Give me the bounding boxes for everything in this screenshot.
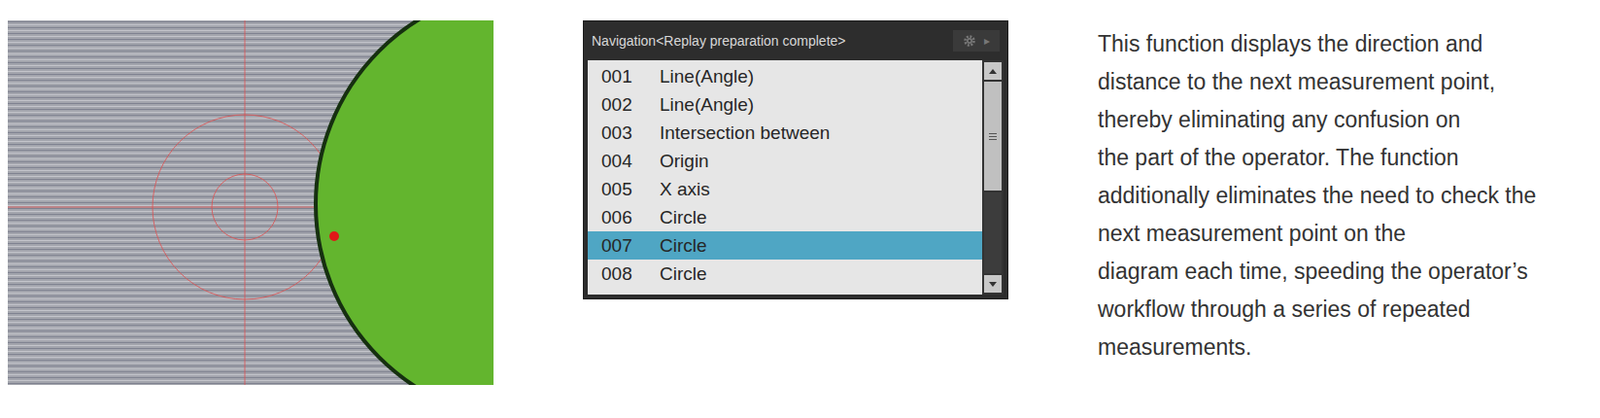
- down-arrow-icon: [988, 281, 997, 287]
- scroll-track[interactable]: [984, 192, 1002, 273]
- item-label: Line(Angle): [657, 66, 754, 88]
- item-label: Circle: [657, 263, 708, 285]
- item-number: 003: [587, 122, 658, 144]
- description-line: workflow through a series of repeated: [1097, 290, 1536, 329]
- item-number: 001: [587, 66, 658, 88]
- item-number: 004: [587, 150, 658, 172]
- navigation-item[interactable]: 006 Circle: [587, 203, 983, 232]
- settings-button[interactable]: ▸: [953, 30, 1000, 52]
- description-line: measurements.: [1097, 328, 1536, 367]
- measure-point-icon: [329, 231, 340, 241]
- scroll-up-button[interactable]: [984, 62, 1002, 80]
- navigation-item[interactable]: 001 Line(Angle): [587, 62, 983, 91]
- item-number: 002: [587, 94, 658, 116]
- navigation-item[interactable]: 005 X axis: [587, 174, 983, 204]
- item-number: 008: [587, 263, 658, 285]
- navigation-panel: Navigation<Replay preparation complete> …: [582, 20, 1009, 300]
- item-label: X axis: [657, 178, 711, 201]
- description: This function displays the direction and…: [1097, 20, 1536, 367]
- description-line: distance to the next measurement point,: [1097, 63, 1536, 102]
- up-arrow-icon: [988, 68, 997, 74]
- panel-header: Navigation<Replay preparation complete> …: [587, 21, 1004, 61]
- item-number: 006: [587, 206, 658, 229]
- item-label: Intersection between: [657, 122, 830, 144]
- item-number: 005: [587, 178, 658, 201]
- measurement-image: [7, 20, 494, 385]
- description-line: diagram each time, speeding the operator…: [1097, 252, 1536, 291]
- description-line: the part of the operator. The function: [1097, 138, 1536, 177]
- page: Navigation<Replay preparation complete> …: [0, 0, 1600, 418]
- navigation-item[interactable]: 008 Circle: [587, 259, 983, 288]
- panel-title: Navigation<Replay preparation complete>: [591, 33, 847, 49]
- grip-icon: [988, 133, 997, 140]
- navigation-item[interactable]: 002 Line(Angle): [587, 90, 983, 119]
- item-label: Circle: [657, 235, 708, 257]
- navigation-item[interactable]: 004 Origin: [587, 146, 983, 175]
- panel-body: 001 Line(Angle)002 Line(Angle)003 Inters…: [587, 60, 1004, 295]
- navigation-item[interactable]: 007 Circle: [587, 231, 983, 260]
- description-line: thereby eliminating any confusion on: [1097, 101, 1536, 139]
- arrow-icon: ▸: [984, 34, 990, 48]
- item-label: Circle: [657, 206, 708, 229]
- navigation-item[interactable]: 003 Intersection between: [587, 118, 983, 147]
- item-label: Line(Angle): [657, 94, 754, 116]
- item-label: Origin: [657, 150, 710, 172]
- description-line: This function displays the direction and: [1097, 25, 1536, 64]
- scroll-down-button[interactable]: [984, 274, 1002, 293]
- gear-icon: [962, 34, 977, 48]
- scrollbar[interactable]: [982, 60, 1004, 295]
- scroll-thumb[interactable]: [984, 81, 1002, 191]
- item-number: 007: [587, 235, 658, 257]
- navigation-list: 001 Line(Angle)002 Line(Angle)003 Inters…: [587, 60, 983, 295]
- description-line: additionally eliminates the need to chec…: [1097, 176, 1536, 215]
- description-line: next measurement point on the: [1097, 214, 1536, 253]
